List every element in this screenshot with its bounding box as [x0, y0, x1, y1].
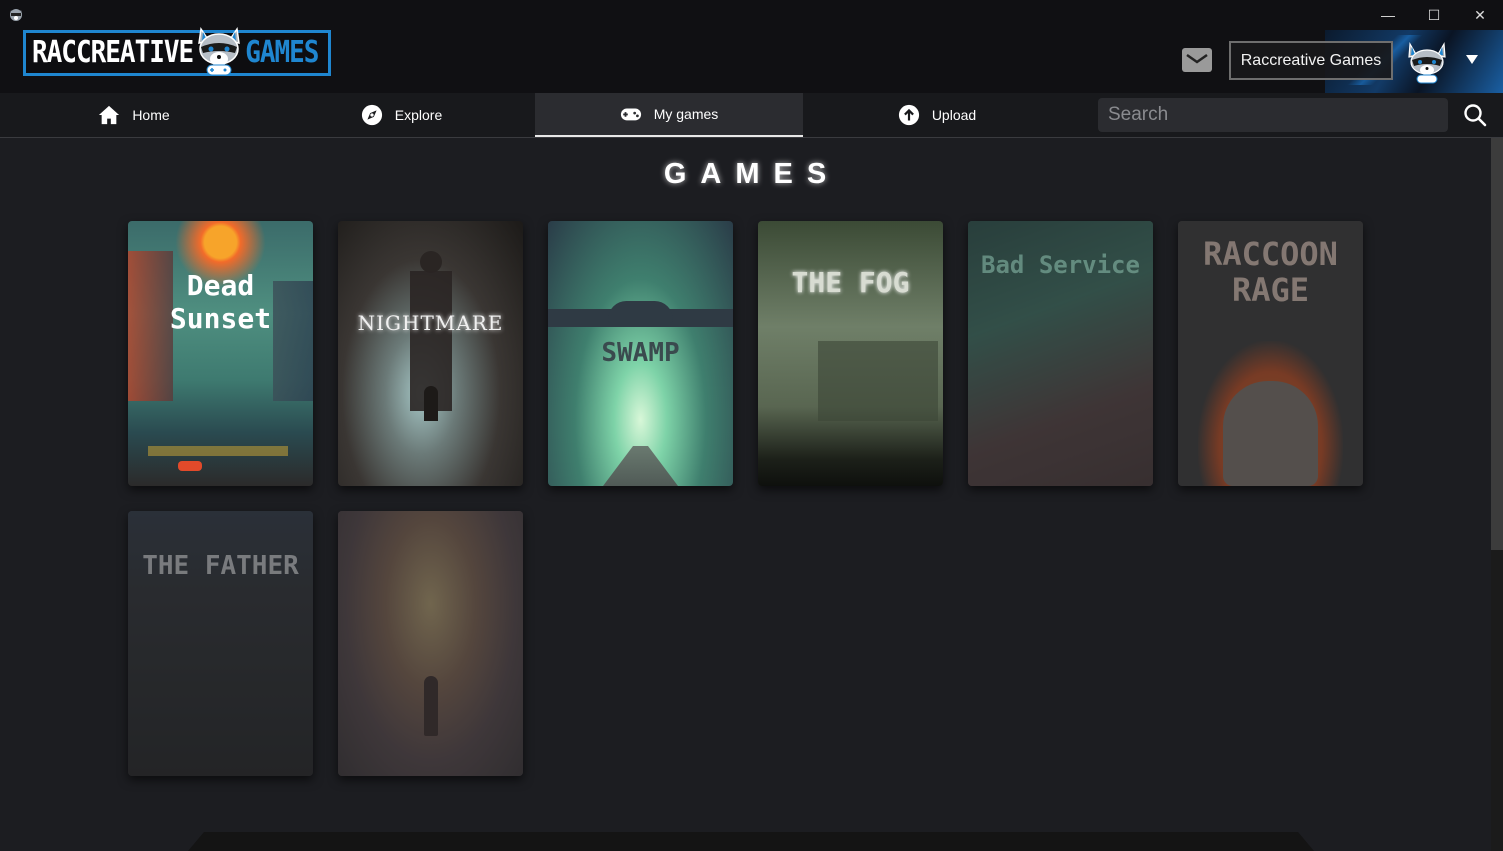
card-art — [1198, 341, 1343, 486]
game-title: NIGHTMARE — [357, 311, 504, 335]
logo-text-right: GAMES — [245, 35, 319, 71]
maximize-button[interactable]: ☐ — [1411, 0, 1457, 30]
logo-text-left: RACCREATIVE — [32, 35, 194, 71]
card-art — [608, 301, 673, 323]
card-art — [818, 341, 938, 421]
footer-panel — [188, 832, 1314, 851]
game-card-raccoon-rage[interactable]: RACCOON RAGE — [1178, 221, 1363, 486]
game-card-nightmare[interactable]: NIGHTMARE — [338, 221, 523, 486]
game-title: THE FATHER — [142, 551, 299, 581]
game-card-untitled[interactable] — [338, 511, 523, 776]
mail-icon — [1186, 53, 1208, 64]
game-card-dead-sunset[interactable]: Dead Sunset — [128, 221, 313, 486]
upload-icon — [898, 104, 919, 126]
compass-icon — [361, 104, 382, 126]
page-title: GAMES — [663, 158, 841, 190]
nav-explore[interactable]: Explore — [268, 93, 535, 137]
game-title-line: Dead — [186, 269, 255, 302]
game-card-the-fog[interactable]: THE FOG — [758, 221, 943, 486]
game-card-swamp[interactable]: SWAMP — [548, 221, 733, 486]
title-bar: — ☐ ✕ RACCREATIVE GAMES Raccreative Game… — [0, 0, 1503, 93]
nav-my-games-label: My games — [653, 106, 719, 122]
game-title: SWAMP — [601, 338, 680, 368]
game-title-line: RACCOON — [1203, 235, 1338, 273]
card-art — [1223, 381, 1318, 486]
raccoon-mascot-icon — [198, 26, 241, 76]
card-art — [603, 446, 678, 486]
nav-home-label: Home — [132, 107, 170, 123]
raccoon-app-icon — [10, 9, 22, 21]
game-card-bad-service[interactable]: Bad Service — [968, 221, 1153, 486]
nav-explore-label: Explore — [394, 107, 443, 123]
nav-home[interactable]: Home — [0, 93, 268, 137]
search-icon[interactable] — [1462, 102, 1488, 128]
game-card-the-father[interactable]: THE FATHER — [128, 511, 313, 776]
nav-upload-label: Upload — [931, 107, 977, 123]
card-art — [420, 251, 442, 273]
game-title: RACCOON RAGE — [1178, 236, 1363, 308]
brand-logo[interactable]: RACCREATIVE GAMES — [23, 26, 331, 76]
game-title: THE FOG — [791, 266, 910, 299]
nav-upload[interactable]: Upload — [803, 93, 1071, 137]
vertical-scrollbar[interactable] — [1491, 138, 1503, 851]
main-nav: Home Explore My games Upload — [0, 93, 1503, 138]
avatar[interactable] — [1405, 40, 1449, 84]
game-title-line: Sunset — [169, 302, 272, 335]
caret-down-icon[interactable] — [1466, 55, 1478, 64]
game-title-line: RAGE — [1231, 271, 1310, 309]
user-name-badge[interactable]: Raccreative Games — [1229, 41, 1393, 80]
search-input[interactable] — [1098, 98, 1448, 132]
scrollbar-thumb[interactable] — [1491, 138, 1503, 550]
mail-button[interactable] — [1182, 48, 1212, 72]
minimize-button[interactable]: — — [1365, 0, 1411, 30]
card-art — [148, 446, 288, 456]
window-controls: — ☐ ✕ — [1365, 0, 1503, 30]
game-title: Bad Service — [981, 251, 1140, 279]
gamepad-icon — [620, 108, 641, 121]
card-art — [424, 676, 438, 736]
card-art — [424, 386, 438, 421]
home-icon — [99, 105, 120, 125]
user-name: Raccreative Games — [1240, 51, 1382, 69]
nav-my-games[interactable]: My games — [535, 93, 803, 137]
game-title: Dead Sunset — [128, 269, 313, 335]
close-button[interactable]: ✕ — [1457, 0, 1503, 30]
card-art — [178, 461, 202, 471]
